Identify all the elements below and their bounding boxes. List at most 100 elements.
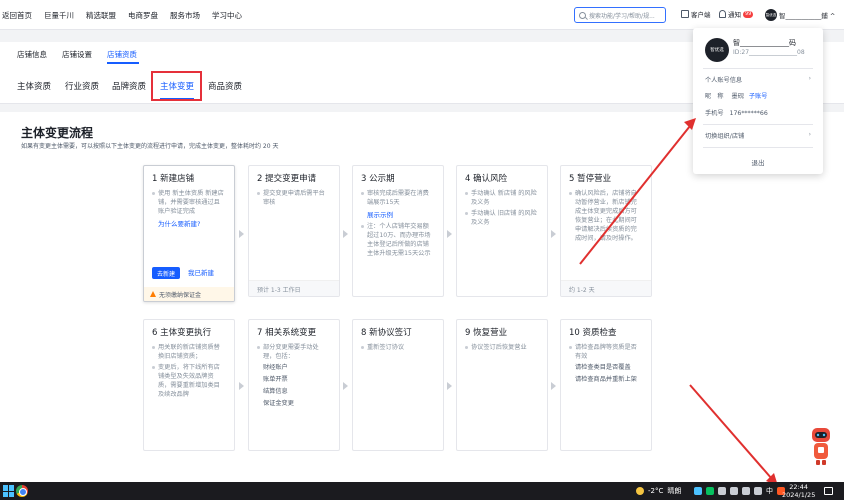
volume-icon[interactable] xyxy=(754,487,762,495)
create-new-button[interactable]: 去新建 xyxy=(152,267,180,279)
search-input[interactable]: 搜索功能/学习/帮助/规... xyxy=(574,7,666,23)
step-card-6: 6 主体变更执行 用关联的新店铺资质替换旧店铺资质； 变更后，将下线所有店铺类型… xyxy=(143,319,235,451)
step-card-7: 7 相关系统变更 部分变更需要手动处理，包括： 财经账户 账单开票 结算信息 保… xyxy=(248,319,340,451)
step-title: 6 主体变更执行 xyxy=(152,328,212,338)
tray-app-icon[interactable] xyxy=(718,487,726,495)
display-example-link[interactable]: 展示示例 xyxy=(361,209,435,219)
step-arrow-icon xyxy=(551,230,556,238)
divider xyxy=(703,147,813,148)
client-icon xyxy=(681,10,689,18)
step-item: 手动确认 新店铺 的风险及义务 xyxy=(465,189,539,207)
step-card-4: 4 确认风险 手动确认 新店铺 的风险及义务 手动确认 旧店铺 的风险及义务 xyxy=(456,165,548,297)
switch-org-item[interactable]: 切换组织/店铺 xyxy=(705,131,744,140)
step-item: 重新签订协议 xyxy=(361,343,435,352)
step-title: 5 暂停营业 xyxy=(569,174,612,184)
step-note: 注：个人店铺年交易额超过10万、而办理市场主体登记后所做的店铺主体升级无需15天… xyxy=(361,222,435,258)
top-nav-menu: 返回首页 巨量千川 精选联盟 电商罗盘 服务市场 学习中心 xyxy=(2,10,254,21)
search-icon xyxy=(579,11,586,19)
tab-store-info[interactable]: 店铺信息 xyxy=(17,49,47,60)
clock[interactable]: 22:44 2024/1/25 xyxy=(782,483,815,499)
search-placeholder: 搜索功能/学习/帮助/规... xyxy=(589,12,655,20)
tray-app-icon[interactable] xyxy=(730,487,738,495)
temperature: -2°C xyxy=(648,487,664,495)
nav-item-service-market[interactable]: 服务市场 xyxy=(170,10,200,21)
windows-taskbar: -2°C 晴朗 中 22:44 2024/1/25 xyxy=(0,482,844,500)
step-title: 4 确认风险 xyxy=(465,174,508,184)
notification-button[interactable]: 通知 99 xyxy=(719,9,754,19)
step-title: 2 提交变更申请 xyxy=(257,174,317,184)
user-menu-trigger[interactable]: 智优选 智___________鋪 ^ xyxy=(765,9,835,21)
step-arrow-icon xyxy=(343,230,348,238)
step-card-8: 8 新协议签订 重新签订协议 xyxy=(352,319,444,451)
chevron-right-icon: › xyxy=(808,131,811,138)
windows-start-icon[interactable] xyxy=(3,485,15,497)
warning-bar: 无须缴纳保证金 xyxy=(144,287,234,301)
user-name: 智___________鋪 ^ xyxy=(779,12,836,20)
client-button[interactable]: 客户端 xyxy=(681,9,711,19)
user-dropdown-menu: 智优选 智______________码 ID:27______________… xyxy=(693,28,823,174)
sub-account-link[interactable]: 子账号 xyxy=(749,93,768,100)
network-icon[interactable] xyxy=(742,487,750,495)
nickname-value: 墨砚 xyxy=(731,93,744,100)
active-tab-indicator xyxy=(107,62,139,64)
dropdown-user-name: 智______________码 xyxy=(733,39,796,47)
step-card-2: 2 提交变更申请 提交变更申请后需平台审核 预计 1-3 工作日 xyxy=(248,165,340,297)
weather-widget[interactable]: -2°C 晴朗 xyxy=(636,486,681,496)
nav-item-qianchuan[interactable]: 巨量千川 xyxy=(44,10,74,21)
avatar: 智优选 xyxy=(765,9,777,21)
step-subitem: 保证金变更 xyxy=(263,400,294,407)
assistant-robot-icon[interactable] xyxy=(809,424,833,466)
step-item: 变更后，将下线所有店铺类型及失效品牌资质，需要重新增加类目及续改品牌 xyxy=(152,363,226,399)
clock-date: 2024/1/25 xyxy=(782,491,816,499)
highlight-box xyxy=(151,71,202,101)
step-subitem: 请检查类目是否覆盖 xyxy=(575,364,631,371)
step-arrow-icon xyxy=(239,230,244,238)
logout-button[interactable]: 退出 xyxy=(693,157,823,167)
ime-indicator[interactable]: 中 xyxy=(766,486,773,496)
step-item: 审核完成后需要在消费端展示15天 xyxy=(361,189,435,207)
tab-store-qualifications[interactable]: 店铺资质 xyxy=(107,49,137,60)
bell-icon xyxy=(719,10,726,18)
tray-app-icon[interactable] xyxy=(694,487,702,495)
tab-entity-qualification[interactable]: 主体资质 xyxy=(17,80,51,92)
step-arrow-icon xyxy=(447,230,452,238)
already-created-button[interactable]: 我已新建 xyxy=(188,267,214,277)
step-card-10: 10 资质检查 请检查品牌等资质是否有效 请检查类目是否覆盖 请检查商品并重新上… xyxy=(560,319,652,451)
notification-badge: 99 xyxy=(743,10,754,18)
step-title: 9 恢复营业 xyxy=(465,328,508,338)
nav-item-alliance[interactable]: 精选联盟 xyxy=(86,10,116,21)
step-item: 请检查品牌等资质是否有效 xyxy=(569,343,643,361)
step-item: 提交变更申请后需平台审核 xyxy=(257,189,331,207)
tab-industry-qualification[interactable]: 行业资质 xyxy=(65,80,99,92)
clock-time: 22:44 xyxy=(789,483,809,491)
nav-item-learning[interactable]: 学习中心 xyxy=(212,10,242,21)
top-navigation-bar: 返回首页 巨量千川 精选联盟 电商罗盘 服务市场 学习中心 搜索功能/学习/帮助… xyxy=(0,0,844,30)
warning-text: 无须缴纳保证金 xyxy=(159,291,202,299)
step-title: 3 公示期 xyxy=(361,174,395,184)
why-new-link[interactable]: 为什么要新建? xyxy=(152,218,226,228)
tab-product-qualification[interactable]: 商品资质 xyxy=(208,80,242,92)
step-title: 1 新建店铺 xyxy=(152,174,195,184)
step-card-9: 9 恢复营业 协议签订后恢复营业 xyxy=(456,319,548,451)
nickname-row: 昵 称 墨砚 子账号 xyxy=(705,91,767,100)
step-item: 手动确认 旧店铺 的风险及义务 xyxy=(465,209,539,227)
warning-icon xyxy=(150,291,156,297)
tab-store-settings[interactable]: 店铺设置 xyxy=(62,49,92,60)
step-item: 用关联的新店铺资质替换旧店铺资质； xyxy=(152,343,226,361)
divider xyxy=(703,124,813,125)
step-card-3: 3 公示期 审核完成后需要在消费端展示15天 展示示例 注：个人店铺年交易额超过… xyxy=(352,165,444,297)
chevron-right-icon: › xyxy=(808,75,811,82)
wechat-icon[interactable] xyxy=(706,487,714,495)
nav-item-home[interactable]: 返回首页 xyxy=(2,10,32,21)
nickname-label: 昵 称 xyxy=(705,93,724,100)
account-info-item[interactable]: 个人账号信息 xyxy=(705,75,742,84)
notification-center-icon[interactable] xyxy=(824,487,833,495)
tab-brand-qualification[interactable]: 品牌资质 xyxy=(112,80,146,92)
divider xyxy=(703,68,813,69)
system-tray: 中 xyxy=(694,486,785,496)
step-arrow-icon xyxy=(551,382,556,390)
step-arrow-icon xyxy=(343,382,348,390)
chrome-icon[interactable] xyxy=(16,485,28,497)
step-footer: 约 1-2 天 xyxy=(561,280,651,296)
nav-item-compass[interactable]: 电商罗盘 xyxy=(128,10,158,21)
